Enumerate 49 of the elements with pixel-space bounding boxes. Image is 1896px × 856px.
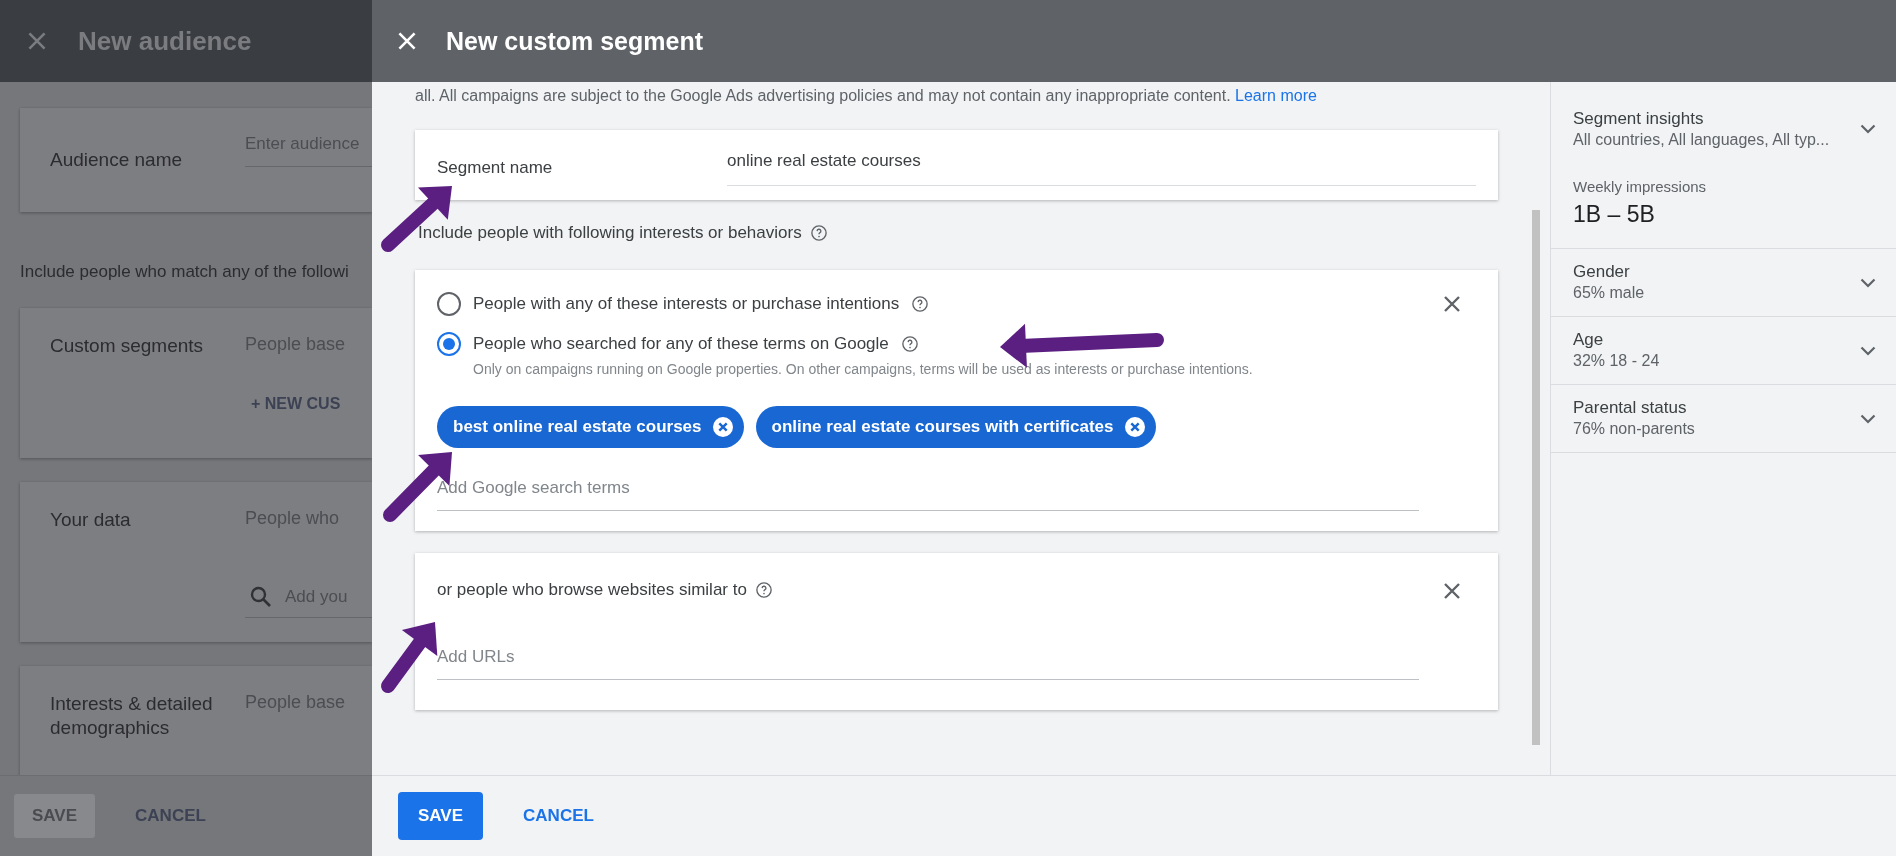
field-label: Audience name xyxy=(50,148,184,172)
chevron-down-icon[interactable] xyxy=(1860,345,1876,356)
insight-value: 32% 18 - 24 xyxy=(1573,351,1660,372)
include-label: Include people with following interests or behaviors xyxy=(418,222,802,244)
chevron-down-icon[interactable] xyxy=(1860,124,1876,135)
field-label: Segment name xyxy=(437,156,554,179)
search-term-chip[interactable]: online real estate courses with certificates xyxy=(755,406,1156,449)
annotation-arrow xyxy=(381,622,438,693)
radio-button[interactable] xyxy=(437,292,461,317)
insight-title: Parental status xyxy=(1573,397,1688,420)
option-note: Only on campaigns running on Google properties. On other campaigns, terms will be used as interests or purchase intentions. xyxy=(473,361,1253,378)
help-icon[interactable] xyxy=(900,335,919,354)
insight-title: Segment insights xyxy=(1573,108,1705,130)
remove-chip-icon[interactable] xyxy=(711,416,734,439)
insight-value: All countries, All languages, All typ... xyxy=(1573,130,1830,151)
dialog-title: New custom segment xyxy=(446,26,703,56)
search-term-chip[interactable]: best online real estate courses xyxy=(437,406,744,449)
help-icon[interactable] xyxy=(911,295,930,314)
intro-text: Include people who match any of the followi xyxy=(20,262,350,282)
websites-label: or people who browse websites similar to xyxy=(437,579,747,602)
insight-title: Age xyxy=(1573,329,1605,352)
radio-button[interactable] xyxy=(437,332,461,357)
scrollbar[interactable] xyxy=(1532,210,1540,745)
policy-notice: all. All campaigns are subject to the Google Ads advertising policies and may not contain any inappropriate content. Learn more xyxy=(415,86,1318,106)
section-label: Your data xyxy=(50,508,132,532)
chevron-down-icon[interactable] xyxy=(1860,413,1876,424)
cancel-button[interactable]: CANCEL xyxy=(503,792,614,840)
option-label: People who searched for any of these terms on Google xyxy=(473,333,889,356)
help-icon[interactable] xyxy=(754,581,773,600)
option-label: People with any of these interests or purchase intentions xyxy=(473,293,900,316)
new-segment-button[interactable]: + NEW CUS xyxy=(251,395,372,413)
chevron-down-icon[interactable] xyxy=(1860,277,1876,288)
segment-name-field[interactable]: online real estate courses xyxy=(727,150,1476,186)
insight-title: Gender xyxy=(1573,261,1631,284)
learn-more-link[interactable]: Learn more xyxy=(1235,87,1317,104)
save-button[interactable]: SAVE xyxy=(398,792,484,840)
insight-value: 76% non-parents xyxy=(1573,419,1695,440)
search-terms-field[interactable]: Add Google search terms xyxy=(437,478,1419,512)
help-icon[interactable] xyxy=(809,224,828,243)
metric-value: 1B – 5B xyxy=(1573,200,1656,230)
metric-label: Weekly impressions xyxy=(1573,176,1707,197)
urls-field[interactable]: Add URLs xyxy=(437,647,1419,681)
section-label: Custom segments xyxy=(50,334,205,358)
remove-chip-icon[interactable] xyxy=(1123,416,1146,439)
insight-value: 65% male xyxy=(1573,283,1645,304)
background-title: New audience xyxy=(78,25,252,57)
cancel-button[interactable]: CANCEL xyxy=(117,794,224,838)
search-icon xyxy=(249,585,273,609)
section-label: Interests & detailed demographics xyxy=(50,692,214,740)
